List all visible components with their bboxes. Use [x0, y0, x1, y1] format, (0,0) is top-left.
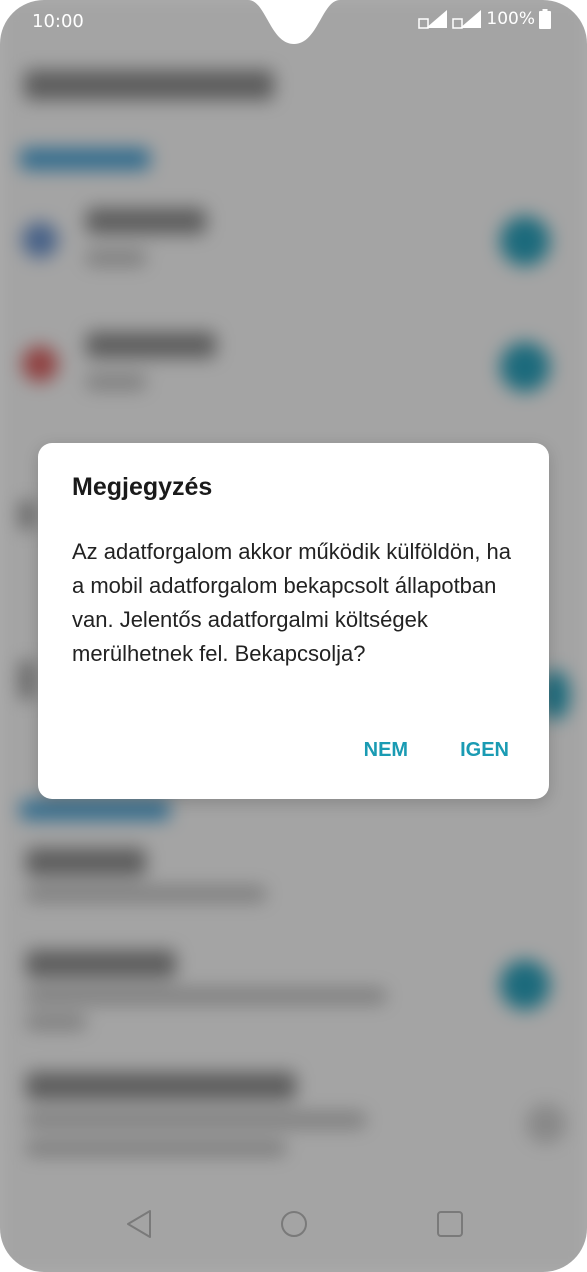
recents-square-icon[interactable] — [435, 1208, 465, 1240]
navigation-bar — [0, 1188, 587, 1272]
battery-percent: 100% — [486, 9, 535, 29]
sim2-signal-icon — [452, 10, 482, 29]
phone-screen: 10:00 100% Megjegyzés Az adatforgalom ak… — [0, 0, 587, 1272]
battery-icon — [539, 9, 551, 29]
dialog-message: Az adatforgalom akkor működik külföldön,… — [72, 539, 512, 666]
home-circle-icon[interactable] — [279, 1208, 309, 1240]
camera-notch — [248, 0, 340, 44]
yes-button[interactable]: IGEN — [460, 739, 509, 762]
sim1-signal-icon — [418, 10, 448, 29]
status-bar: 10:00 100% — [0, 0, 587, 46]
dialog-title: Megjegyzés — [72, 473, 213, 501]
dialog-actions: NEM IGEN — [364, 739, 509, 762]
back-triangle-icon[interactable] — [124, 1208, 154, 1240]
no-button[interactable]: NEM — [364, 739, 408, 762]
roaming-confirm-dialog: Megjegyzés Az adatforgalom akkor működik… — [38, 443, 549, 799]
status-time: 10:00 — [32, 11, 84, 32]
status-indicators: 100% — [418, 9, 551, 29]
